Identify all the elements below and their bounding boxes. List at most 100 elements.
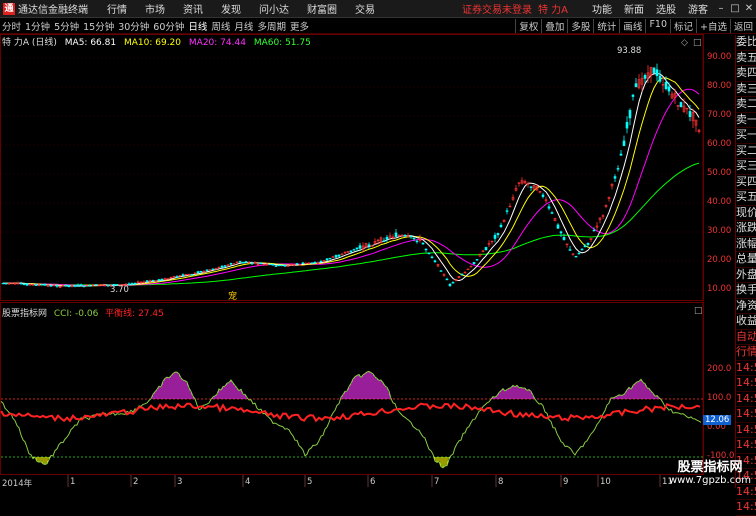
candle-body — [634, 83, 638, 88]
candle-body — [562, 237, 566, 241]
candle-body — [337, 254, 341, 257]
sub-indicator-name[interactable]: 股票指标网 — [2, 309, 47, 319]
candle-body — [1, 282, 5, 285]
sidebar-item[interactable]: 14:5 — [736, 392, 756, 407]
balance-value: 平衡线: 27.45 — [105, 309, 164, 319]
sidebar-item[interactable]: 委比 — [736, 35, 756, 51]
candle-body — [493, 234, 497, 239]
sidebar-item[interactable]: 收益 — [736, 314, 756, 330]
candle-body — [271, 264, 275, 266]
watermark-title: 股票指标网 — [677, 460, 743, 475]
candle-body — [145, 280, 149, 282]
candle-body — [190, 274, 194, 276]
chart-canvas[interactable]: ◇ □ □ — [0, 0, 756, 487]
cci-current-value: 12.06 — [703, 415, 732, 425]
candle-body — [667, 86, 671, 92]
candle-body — [628, 109, 632, 119]
sidebar-item[interactable]: 总量 — [736, 252, 756, 268]
candle-body — [556, 224, 560, 229]
main-chart-settings-icon[interactable]: ◇ — [681, 38, 688, 48]
candle-body — [619, 153, 623, 156]
x-axis-month-label: 2 — [133, 477, 139, 487]
sidebar-item[interactable]: 换手 — [736, 283, 756, 299]
sidebar-item[interactable]: 自动 — [736, 330, 756, 345]
candle-body — [244, 261, 248, 263]
candle-body — [367, 244, 371, 247]
sidebar-item[interactable]: 卖五 — [736, 51, 756, 66]
price-axis-label: 10.00 — [707, 284, 732, 294]
sidebar-item[interactable]: 行情 — [736, 345, 756, 361]
candle-body — [643, 75, 647, 79]
candle-body — [241, 262, 245, 264]
candle-body — [625, 122, 629, 129]
main-chart-close-icon[interactable]: □ — [693, 38, 702, 48]
ma60-line — [3, 162, 700, 286]
cci-axis-label: 200.0 — [707, 364, 732, 374]
sidebar-item[interactable]: 卖三 — [736, 82, 756, 97]
candle-body — [34, 283, 38, 286]
candle-body — [211, 268, 215, 270]
sidebar-item[interactable]: 买三 — [736, 159, 756, 175]
ma20-value: MA20: 74.44 — [188, 38, 246, 48]
sidebar-item[interactable]: 卖一 — [736, 113, 756, 128]
price-axis-label: 50.00 — [707, 168, 732, 178]
sub-chart-close-icon[interactable]: □ — [694, 306, 703, 316]
sidebar-item[interactable]: 卖二 — [736, 97, 756, 113]
sidebar-item[interactable]: 现价 — [736, 206, 756, 221]
candle-body — [469, 265, 473, 268]
sidebar-item[interactable]: 14:5 — [736, 438, 756, 454]
candle-body — [40, 284, 44, 286]
sidebar-item[interactable]: 涨跌 — [736, 221, 756, 237]
candle-body — [385, 236, 389, 240]
candle-body — [277, 264, 281, 267]
candle-body — [280, 264, 284, 267]
sidebar-item[interactable]: 14:5 — [736, 361, 756, 376]
sidebar-item[interactable]: 买四 — [736, 175, 756, 190]
sidebar-item[interactable]: 净资 — [736, 299, 756, 314]
candle-body — [250, 262, 254, 265]
cci-axis-label: 100.0 — [707, 393, 732, 403]
ma10-value: MA10: 69.20 — [123, 38, 182, 48]
candle-body — [19, 282, 23, 285]
sidebar-item[interactable]: 买五 — [736, 190, 756, 206]
candle-body — [583, 245, 587, 248]
candle-body — [229, 263, 233, 265]
sidebar-item[interactable]: 买二 — [736, 144, 756, 159]
candle-body — [220, 265, 224, 268]
candle-body — [439, 270, 443, 272]
x-axis-month-label: 7 — [434, 477, 440, 487]
candle-body — [568, 249, 572, 251]
sidebar-item[interactable]: 14:5 — [736, 500, 756, 516]
sidebar-item[interactable]: 涨幅 — [736, 237, 756, 252]
candle-body — [586, 242, 590, 245]
sidebar-item[interactable]: 14:5 — [736, 376, 756, 392]
stock-period-label: 特 力A (日线) — [2, 38, 57, 48]
candle-body — [130, 283, 134, 285]
candle-body — [547, 206, 551, 209]
candle-body — [652, 67, 656, 74]
candle-body — [310, 262, 314, 264]
candle-body — [427, 252, 431, 255]
sub-chart-frame — [0, 302, 704, 475]
candle-body — [151, 279, 155, 282]
candle-body — [334, 255, 338, 258]
sidebar-item[interactable]: 卖四 — [736, 66, 756, 82]
candle-body — [319, 260, 323, 263]
candle-body — [88, 285, 92, 287]
sidebar-item[interactable]: 外盘 — [736, 268, 756, 283]
candle-body — [580, 248, 584, 251]
sidebar-item[interactable]: 买一 — [736, 128, 756, 144]
sidebar-item[interactable]: 14:5 — [736, 407, 756, 423]
candle-body — [451, 282, 455, 284]
candle-body — [658, 75, 662, 82]
ma5-line — [3, 72, 700, 287]
x-axis-month-label: 8 — [498, 477, 504, 487]
event-marker[interactable]: 宠 — [228, 289, 237, 302]
ma60-value: MA60: 51.75 — [253, 38, 311, 48]
candle-body — [424, 248, 428, 251]
candle-body — [664, 81, 668, 90]
candle-body — [268, 263, 272, 266]
sidebar-item[interactable]: 14:5 — [736, 423, 756, 438]
candle-body — [433, 260, 437, 263]
candle-body — [49, 285, 53, 287]
